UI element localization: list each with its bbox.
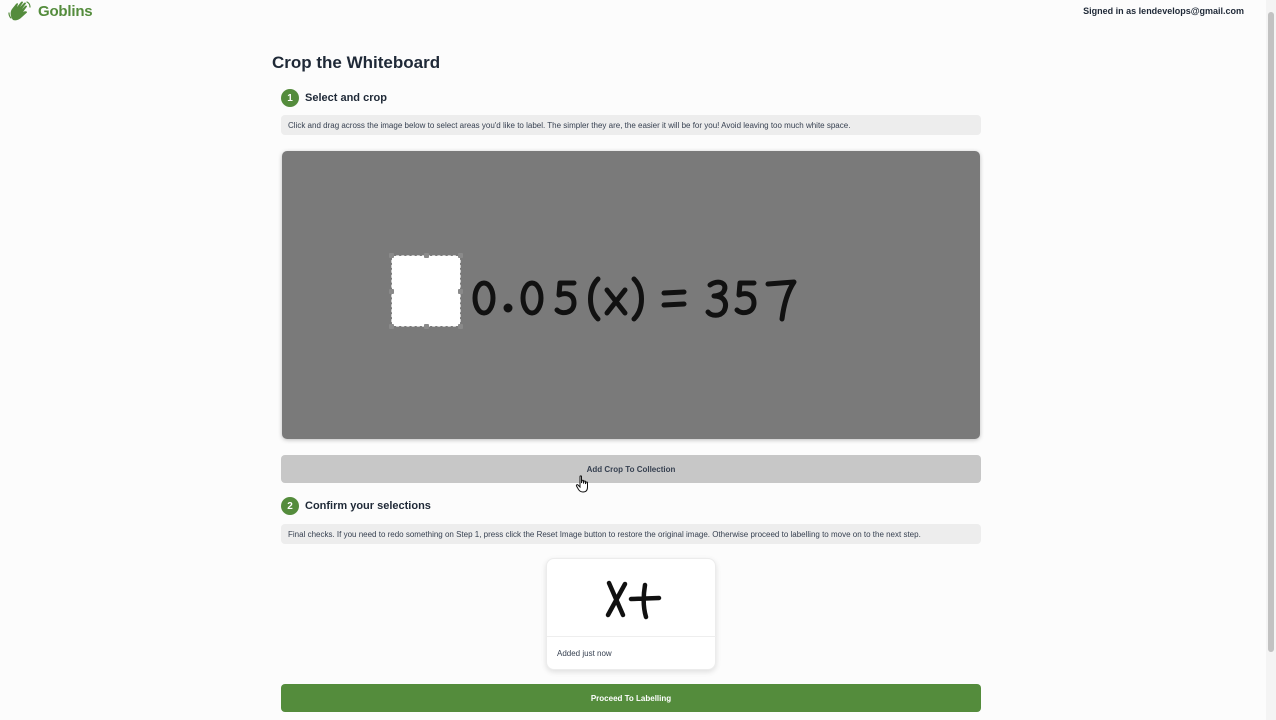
step-2-header: 2 Confirm your selections <box>281 497 431 515</box>
crop-handle-top-right[interactable] <box>458 253 463 258</box>
add-crop-button[interactable]: Add Crop To Collection <box>281 455 981 483</box>
proceed-to-labelling-button[interactable]: Proceed To Labelling <box>281 684 981 712</box>
top-bar: Goblins Signed in as lendevelops@gmail.c… <box>0 0 1266 26</box>
step-1-label: Select and crop <box>305 92 387 104</box>
crop-handle-bottom-left[interactable] <box>389 324 394 329</box>
step-1-hint: Click and drag across the image below to… <box>281 115 981 135</box>
crop-handle-top[interactable] <box>424 253 429 258</box>
handwritten-equation <box>472 276 797 322</box>
waving-hand-icon <box>8 1 31 21</box>
whiteboard-canvas[interactable] <box>282 151 980 439</box>
step-2-badge: 2 <box>281 497 299 515</box>
crop-caption: Added just now <box>557 649 612 658</box>
crop-handle-top-left[interactable] <box>389 253 394 258</box>
step-2-hint: Final checks. If you need to redo someth… <box>281 524 981 544</box>
crop-handle-left[interactable] <box>389 289 394 294</box>
crop-handle-bottom[interactable] <box>424 324 429 329</box>
brand-link[interactable]: Goblins <box>8 0 93 22</box>
crop-handle-bottom-right[interactable] <box>458 324 463 329</box>
signed-in-label: Signed in as lendevelops@gmail.com <box>1083 6 1244 16</box>
step-1-header: 1 Select and crop <box>281 89 387 107</box>
handwritten-crop-preview <box>605 580 662 620</box>
step-2-label: Confirm your selections <box>305 500 431 512</box>
page-title: Crop the Whiteboard <box>272 53 441 72</box>
step-1-badge: 1 <box>281 89 299 107</box>
crop-preview <box>547 559 717 637</box>
crop-selection[interactable] <box>389 253 463 329</box>
crop-card[interactable]: Added just now <box>546 558 717 670</box>
brand-name: Goblins <box>38 2 93 20</box>
hand-pointer-icon <box>575 475 588 493</box>
crop-handle-right[interactable] <box>458 289 463 294</box>
scrollbar-thumb[interactable] <box>1268 12 1274 652</box>
page-scrollbar[interactable] <box>1266 0 1276 720</box>
